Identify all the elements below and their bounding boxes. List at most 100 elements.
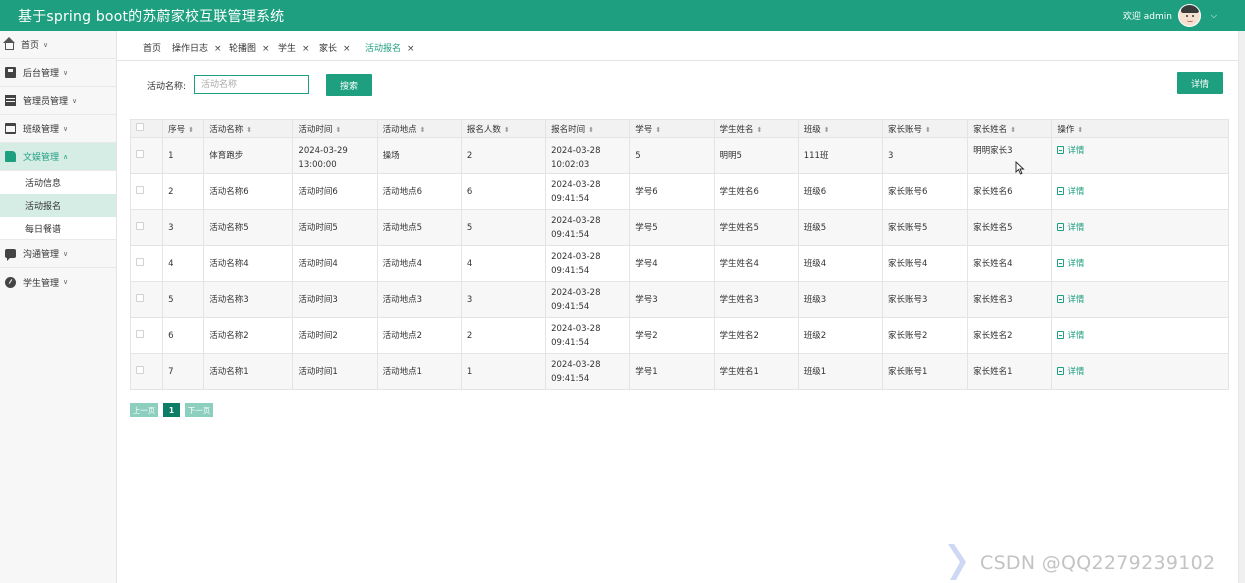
chevron-down-icon: ∨ (63, 68, 69, 77)
sidebar-item-student[interactable]: 学生管理 ∨ (0, 268, 116, 296)
column-header[interactable]: 家长账号 ⬍ (881, 119, 969, 138)
tab-carousel[interactable]: 轮播图 × (229, 41, 270, 54)
sort-icon[interactable]: ⬍ (1010, 126, 1016, 134)
row-detail-link[interactable]: 详情 (1057, 146, 1084, 156)
row-checkbox[interactable] (136, 329, 144, 338)
sort-icon[interactable]: ⬍ (588, 126, 594, 134)
sidebar: 首页 ∨ 后台管理 ∨ 管理员管理 ∨ 班级管理 ∨ 文娱管理 ∧ 活动信息 活… (0, 31, 117, 583)
column-header[interactable]: 活动名称 ⬍ (203, 119, 294, 138)
row-select-cell (129, 281, 164, 318)
column-header[interactable]: 活动地点 ⬍ (376, 119, 462, 138)
sort-icon[interactable]: ⬍ (420, 126, 426, 134)
sort-icon[interactable]: ⬍ (188, 126, 194, 134)
sidebar-subitem-activity-info[interactable]: 活动信息 (0, 171, 116, 194)
table-cell: 2 (460, 317, 547, 354)
tab-student[interactable]: 学生 × (278, 41, 310, 54)
table-cell: 明明5 (713, 137, 799, 174)
row-select-cell (129, 245, 164, 282)
close-icon[interactable]: × (262, 44, 270, 54)
sidebar-item-backend[interactable]: 后台管理 ∨ (0, 59, 116, 87)
table-cell: 学生姓名5 (713, 209, 799, 246)
table-cell: 5 (629, 137, 715, 174)
prev-page-button[interactable]: 上一页 (130, 403, 158, 417)
tab-parent[interactable]: 家长 × (319, 41, 351, 54)
row-checkbox[interactable] (136, 365, 144, 374)
column-header[interactable]: 报名人数 ⬍ (460, 119, 547, 138)
table-cell: 家长账号3 (881, 281, 969, 318)
sort-icon[interactable]: ⬍ (335, 126, 341, 134)
close-icon[interactable]: × (407, 44, 415, 54)
table-cell: 家长账号6 (881, 173, 969, 210)
column-header[interactable]: 序号 ⬍ (162, 119, 205, 138)
gauge-icon (5, 276, 16, 288)
table-cell: 2024-03-28 09:41:54 (545, 353, 631, 390)
table-cell: 学号2 (629, 317, 715, 354)
select-all-checkbox[interactable] (136, 123, 144, 131)
sort-icon[interactable]: ⬍ (757, 126, 763, 134)
sort-icon[interactable]: ⬍ (1077, 126, 1083, 134)
search-button[interactable]: 搜索 (326, 74, 372, 96)
row-detail-link[interactable]: 详情 (1057, 366, 1084, 377)
column-header[interactable]: 学生姓名 ⬍ (713, 119, 799, 138)
search-label: 活动名称: (147, 82, 187, 92)
top-header: 基于spring boot的苏蔚家校互联管理系统 欢迎 admin ⌵ (0, 0, 1245, 31)
row-checkbox[interactable] (136, 185, 144, 194)
sort-icon[interactable]: ⬍ (925, 126, 931, 134)
row-detail-label: 详情 (1067, 186, 1085, 197)
sidebar-item-entertainment[interactable]: 文娱管理 ∧ (0, 143, 116, 171)
user-menu[interactable]: 欢迎 admin ⌵ (1123, 4, 1217, 27)
table-cell: 家长姓名5 (967, 209, 1053, 246)
sort-icon[interactable]: ⬍ (246, 126, 252, 134)
row-detail-link[interactable]: 详情 (1057, 258, 1084, 269)
page-number-button[interactable]: 1 (163, 403, 180, 417)
sidebar-subitem-activity-signup[interactable]: 活动报名 (0, 194, 116, 217)
tab-label: 学生 (278, 44, 297, 54)
next-page-button[interactable]: 下一页 (185, 403, 213, 417)
sidebar-item-class[interactable]: 班级管理 ∨ (0, 115, 116, 143)
row-detail-link[interactable]: 详情 (1057, 294, 1084, 305)
tab-operation-log[interactable]: 操作日志 × (172, 41, 222, 54)
column-header[interactable]: 报名时间 ⬍ (545, 119, 631, 138)
table-cell: 体育跑步 (203, 137, 294, 174)
row-checkbox[interactable] (136, 257, 144, 266)
row-checkbox[interactable] (136, 221, 144, 230)
column-header[interactable]: 班级 ⬍ (797, 119, 883, 138)
column-header[interactable]: 家长姓名 ⬍ (967, 119, 1053, 138)
sidebar-item-admin[interactable]: 管理员管理 ∨ (0, 87, 116, 115)
user-avatar[interactable] (1177, 4, 1201, 27)
row-detail-link[interactable]: 详情 (1057, 330, 1084, 341)
table-cell: 1 (460, 353, 547, 390)
close-icon[interactable]: × (214, 44, 222, 54)
sort-icon[interactable]: ⬍ (824, 126, 830, 134)
close-icon[interactable]: × (343, 44, 351, 54)
table-cell: 学号1 (629, 353, 715, 390)
sidebar-item-communication[interactable]: 沟通管理 ∨ (0, 240, 116, 268)
sidebar-item-home[interactable]: 首页 ∨ (0, 31, 116, 59)
table-cell: 班级1 (797, 353, 883, 390)
sidebar-item-label: 班级管理 (23, 125, 60, 135)
scrollbar-track[interactable] (1238, 31, 1245, 583)
search-input[interactable] (194, 75, 309, 94)
column-header[interactable]: 学号 ⬍ (629, 119, 715, 138)
detail-button[interactable]: 详情 (1177, 72, 1223, 94)
table-cell: 家长账号4 (881, 245, 969, 282)
sidebar-subitem-daily-menu[interactable]: 每日餐谱 (0, 217, 116, 240)
row-checkbox[interactable] (136, 293, 144, 302)
table-cell: 学生姓名3 (713, 281, 799, 318)
tab-home[interactable]: 首页 (143, 41, 161, 54)
column-header[interactable]: 活动时间 ⬍ (292, 119, 378, 138)
chevron-down-icon[interactable]: ⌵ (1211, 11, 1217, 21)
row-detail-link[interactable]: 详情 (1057, 222, 1084, 233)
column-header[interactable]: 操作 ⬍ (1051, 119, 1229, 138)
sort-icon[interactable]: ⬍ (655, 126, 661, 134)
sort-icon[interactable]: ⬍ (504, 126, 510, 134)
close-icon[interactable]: × (302, 44, 310, 54)
table-cell: 活动地点2 (376, 317, 462, 354)
table-cell: 活动地点3 (376, 281, 462, 318)
table-cell: 活动时间6 (292, 173, 378, 210)
table-cell: 2024-03-28 09:41:54 (545, 209, 631, 246)
row-detail-link[interactable]: 详情 (1057, 186, 1085, 197)
chevron-down-icon: ∨ (63, 124, 69, 133)
tab-activity-signup[interactable]: 活动报名 × (365, 41, 415, 54)
row-checkbox[interactable] (136, 149, 144, 158)
